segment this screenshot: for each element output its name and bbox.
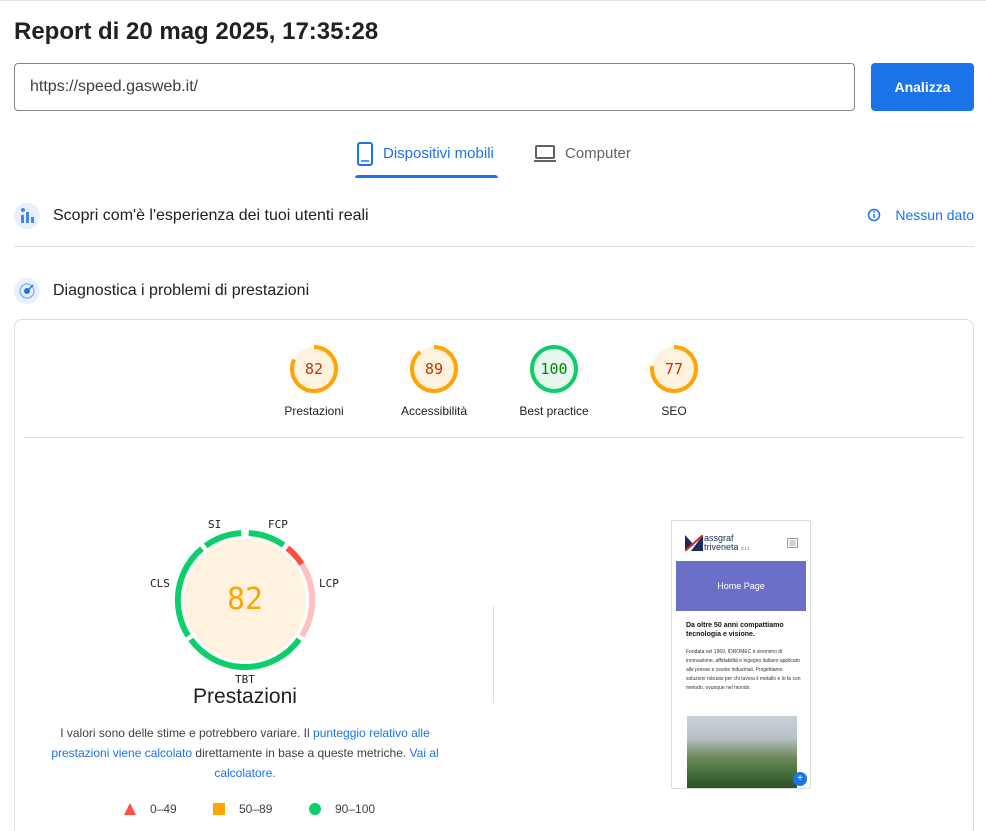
machinery-photo [687,716,797,788]
note-text-2: direttamente in base a queste metriche. [192,746,410,760]
note-text-1: I valori sono delle stime e potrebbero v… [60,726,314,740]
vertical-divider [493,606,494,703]
section-divider [14,246,974,247]
circle-icon [309,803,321,815]
diagnostics-icon [14,278,40,304]
gauge-label: Best practice [519,404,589,418]
gauge-score: 89 [425,360,443,378]
gauge-accessibility[interactable]: 89 Accessibilità [389,343,479,418]
hero-banner: Home Page [676,561,806,611]
tab-mobile[interactable]: Dispositivi mobili [355,140,498,178]
company-logo-icon [685,535,703,551]
metric-label-cls[interactable]: CLS [150,577,170,590]
performance-score: 82 [227,582,263,617]
tab-desktop[interactable]: Computer [533,140,643,178]
score-note: I valori sono delle stime e potrebbero v… [45,723,445,783]
gauge-ring: 82 [290,345,338,393]
gauge-label: SEO [661,404,687,418]
legend-fail: 0–49 [124,802,177,816]
tab-mobile-label: Dispositivi mobili [383,145,494,162]
legend-fail-label: 0–49 [150,802,177,816]
diagnostics-section: Diagnostica i problemi di prestazioni [14,278,974,304]
legend-pass-label: 90–100 [335,802,376,816]
card-divider [24,437,964,438]
diagnostics-title: Diagnostica i problemi di prestazioni [53,282,310,299]
tab-desktop-label: Computer [565,145,631,162]
logo-line-2: triveneta [704,542,739,552]
report-title: Report di 20 mag 2025, 17:35:28 [14,18,379,45]
gauge-score: 77 [665,360,683,378]
gauge-best-practices[interactable]: 100 Best practice [509,343,599,418]
gauge-label: Prestazioni [284,404,344,418]
square-icon [213,803,225,815]
metric-label-lcp[interactable]: LCP [319,577,339,590]
field-data-section: Scopri com'è l'esperienza dei tuoi utent… [14,203,974,229]
legend-average: 50–89 [213,802,272,816]
gauge-score: 82 [305,360,323,378]
company-logo-text: assgraf triveneta s.r.l. [704,534,750,554]
plus-icon: + [793,772,807,786]
legend-average-label: 50–89 [239,802,273,816]
analyze-button[interactable]: Analizza [871,63,974,111]
page-heading: Da oltre 50 anni compattiamo tecnologia … [686,622,784,638]
users-chart-icon [14,203,40,229]
gauge-seo[interactable]: 77 SEO [629,343,719,418]
gauge-ring: 77 [650,345,698,393]
gauge-ring: 89 [410,345,458,393]
performance-label: Prestazioni [193,685,297,708]
no-data-link[interactable]: Nessun dato [867,207,974,223]
smartphone-icon [357,142,373,166]
no-data-label: Nessun dato [895,207,974,223]
performance-metric-gauge: 82 [174,530,316,670]
gauge-performance[interactable]: 82 Prestazioni [269,343,359,418]
metric-label-si[interactable]: SI [208,518,221,531]
page-screenshot: assgraf triveneta s.r.l. Home Page Da ol… [671,520,811,789]
top-border [0,0,986,1]
hamburger-menu-icon [787,538,798,548]
legend-pass: 90–100 [309,802,375,816]
logo-suffix: s.r.l. [741,546,751,552]
laptop-icon [534,145,556,162]
gauge-ring: 100 [530,345,578,393]
gauge-score: 100 [540,360,567,378]
page-paragraph: Fondata nel 1969, IDROMEC è sinonimo di … [686,649,801,691]
info-icon [868,208,881,222]
gauge-label: Accessibilità [400,404,468,418]
metric-label-fcp[interactable]: FCP [268,518,288,531]
triangle-icon [124,803,136,815]
url-input[interactable] [14,63,855,111]
field-data-title: Scopri com'è l'esperienza dei tuoi utent… [53,207,369,224]
